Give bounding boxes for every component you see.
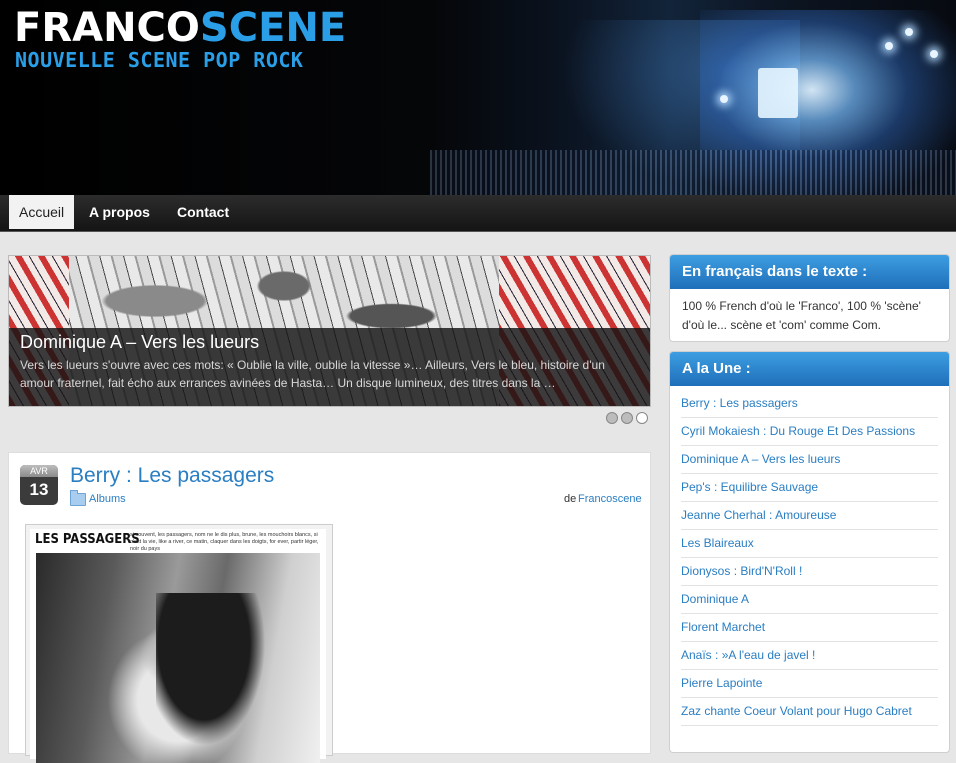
featured-link[interactable]: Berry : Les passagers — [681, 390, 938, 418]
slide-title[interactable]: Dominique A – Vers les lueurs — [20, 332, 259, 353]
stage-screen — [758, 68, 798, 118]
site-logo[interactable]: FRANCOSCENE — [14, 6, 346, 50]
main-nav: Accueil A propos Contact — [0, 195, 956, 232]
featured-link[interactable]: Dionysos : Bird'N'Roll ! — [681, 558, 938, 586]
album-cover-image[interactable]: LES PASSAGERS si souvent, les passagers,… — [25, 524, 333, 763]
stage-spotlight — [720, 95, 728, 103]
album-cover-photo — [36, 553, 320, 763]
post-title-link[interactable]: Berry : Les passagers — [70, 464, 274, 488]
slider-dot-2[interactable] — [621, 412, 633, 424]
post-card: AVR 13 Berry : Les passagers Albums de F… — [8, 452, 651, 763]
album-cover-title: LES PASSAGERS — [35, 532, 140, 547]
slide-caption: Dominique A – Vers les lueurs Vers les l… — [9, 328, 650, 406]
widget-title: A la Une : — [670, 352, 949, 386]
featured-link[interactable]: Dominique A — [681, 586, 938, 614]
slider-dot-3[interactable] — [636, 412, 648, 424]
slider-dot-1[interactable] — [606, 412, 618, 424]
post-author-prefix: de — [564, 493, 577, 505]
featured-link[interactable]: Cyril Mokaiesh : Du Rouge Et Des Passion… — [681, 418, 938, 446]
featured-slider[interactable]: Dominique A – Vers les lueurs Vers les l… — [8, 255, 651, 407]
logo-text-blue: SCENE — [199, 5, 347, 51]
featured-link[interactable]: Dominique A – Vers les lueurs — [681, 446, 938, 474]
date-month: AVR — [20, 465, 58, 477]
album-cover-tracklist: si souvent, les passagers, nom ne le dis… — [130, 532, 319, 552]
nav-item-contact[interactable]: Contact — [167, 195, 239, 229]
stage-spotlight — [930, 50, 938, 58]
slider-pagination — [606, 411, 651, 429]
widget-about: En français dans le texte : 100 % French… — [669, 254, 950, 342]
album-cover: LES PASSAGERS si souvent, les passagers,… — [30, 529, 326, 763]
widget-text: 100 % French d'où le 'Franco', 100 % 'sc… — [682, 299, 921, 332]
logo-text-white: FRANCO — [14, 5, 200, 51]
featured-link[interactable]: Pep's : Equilibre Sauvage — [681, 474, 938, 502]
folder-icon — [70, 490, 86, 506]
stage-spotlight — [885, 42, 893, 50]
album-photo-detail — [156, 593, 276, 763]
post-author-link[interactable]: Francoscene — [578, 493, 642, 505]
crowd-image — [430, 150, 956, 195]
widget-title: En français dans le texte : — [670, 255, 949, 289]
featured-links-list: Berry : Les passagers Cyril Mokaiesh : D… — [670, 386, 949, 726]
date-badge: AVR 13 — [20, 465, 58, 505]
post-category-link[interactable]: Albums — [89, 493, 126, 505]
site-tagline: NOUVELLE SCENE POP ROCK — [15, 48, 304, 72]
slide-excerpt: Vers les lueurs s'ouvre avec ces mots: «… — [20, 358, 605, 390]
featured-link[interactable]: Les Blaireaux — [681, 530, 938, 558]
featured-link[interactable]: Anaïs : »A l'eau de javel ! — [681, 642, 938, 670]
date-day: 13 — [29, 480, 49, 499]
featured-link[interactable]: Florent Marchet — [681, 614, 938, 642]
featured-link[interactable]: Pierre Lapointe — [681, 670, 938, 698]
nav-item-accueil[interactable]: Accueil — [9, 195, 75, 229]
stage-spotlight — [905, 28, 913, 36]
nav-item-a-propos[interactable]: A propos — [79, 195, 160, 229]
featured-link[interactable]: Zaz chante Coeur Volant pour Hugo Cabret — [681, 698, 938, 726]
widget-featured: A la Une : Berry : Les passagers Cyril M… — [669, 351, 950, 753]
site-header: FRANCOSCENE NOUVELLE SCENE POP ROCK — [0, 0, 956, 195]
featured-link[interactable]: Jeanne Cherhal : Amoureuse — [681, 502, 938, 530]
